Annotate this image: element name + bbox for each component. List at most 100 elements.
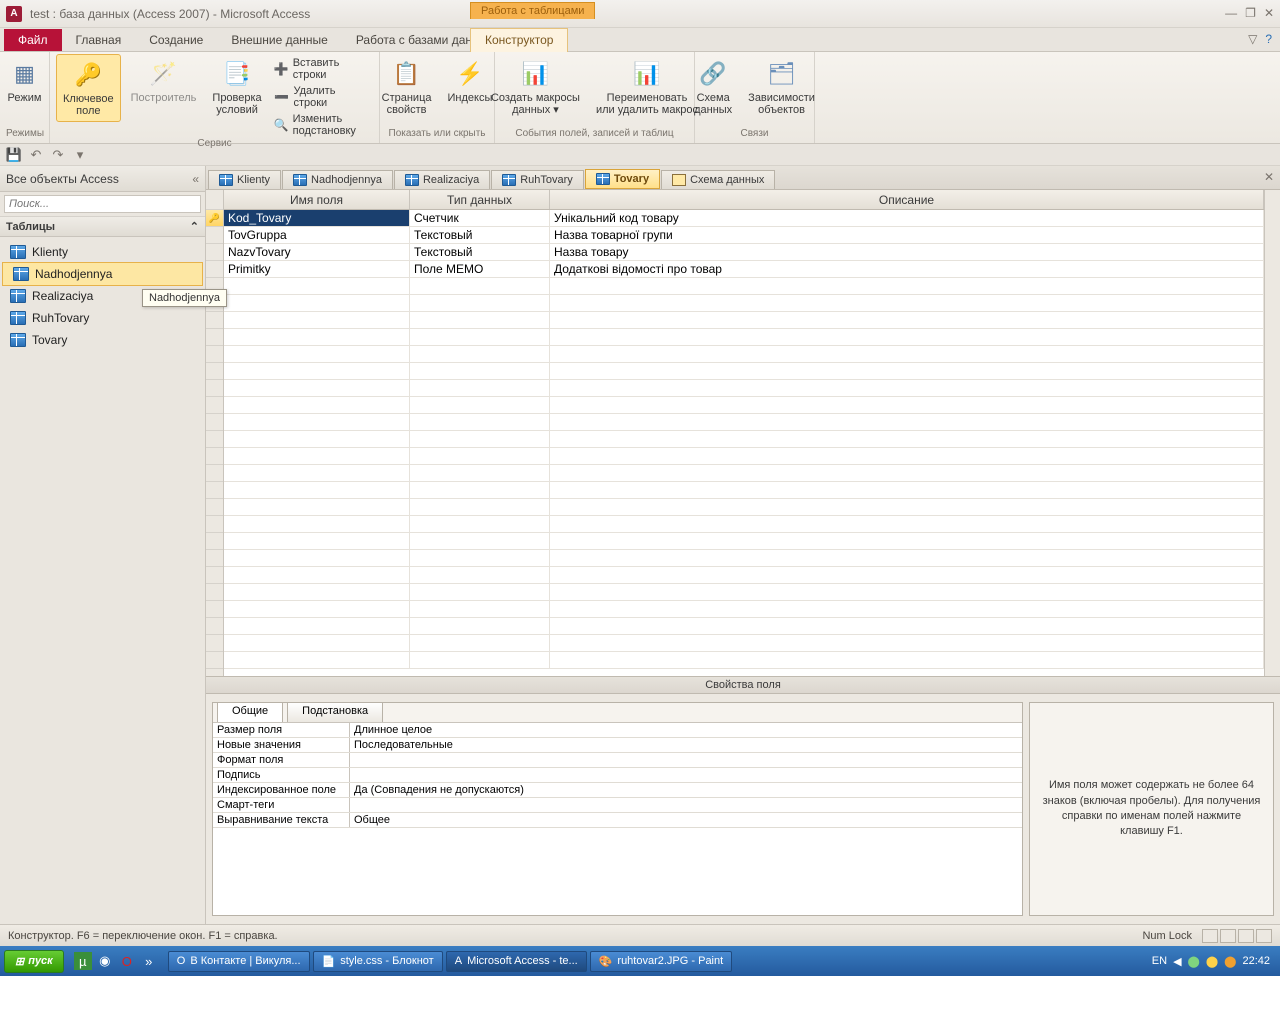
grid-row[interactable] [224, 397, 1264, 414]
rename-macro-button[interactable]: 📊Переименовать или удалить макрос [590, 54, 704, 120]
collapse-nav-icon[interactable]: « [192, 172, 199, 186]
cell-desc[interactable]: Назва товарної групи [550, 227, 1264, 243]
ql-opera-icon[interactable]: O [118, 952, 136, 970]
row-selector[interactable] [206, 363, 223, 380]
view-datasheet-icon[interactable] [1220, 929, 1236, 943]
modify-lookup-button[interactable]: 🔍Изменить подстановку [272, 112, 373, 138]
row-selector[interactable] [206, 414, 223, 431]
row-selector[interactable] [206, 346, 223, 363]
prop-value[interactable]: Да (Совпадения не допускаются) [350, 783, 1022, 797]
nav-item-klienty[interactable]: Klienty [0, 241, 205, 263]
property-row[interactable]: Подпись [213, 768, 1022, 783]
col-header-type[interactable]: Тип данных [410, 190, 550, 209]
nav-item-tovary[interactable]: Tovary [0, 329, 205, 351]
tray-network-icon[interactable]: ⬤ [1188, 955, 1200, 968]
property-sheet-button[interactable]: 📋Страница свойств [376, 54, 438, 120]
prop-value[interactable]: Общее [350, 813, 1022, 827]
ql-chrome-icon[interactable]: ◉ [96, 952, 114, 970]
dependencies-button[interactable]: 🗂Зависимости объектов [742, 54, 821, 120]
grid-row[interactable] [224, 312, 1264, 329]
col-header-name[interactable]: Имя поля [224, 190, 410, 209]
row-selector[interactable] [206, 448, 223, 465]
help-down-icon[interactable]: ▽ [1248, 32, 1257, 46]
row-selector[interactable] [206, 380, 223, 397]
cell-desc[interactable]: Назва товару [550, 244, 1264, 260]
grid-row[interactable]: PrimitkyПоле MEMOДодаткові відомості про… [224, 261, 1264, 278]
view-design-icon[interactable] [1202, 929, 1218, 943]
redo-icon[interactable]: ↷ [50, 147, 66, 163]
undo-icon[interactable]: ↶ [28, 147, 44, 163]
insert-rows-button[interactable]: ➕Вставить строки [272, 56, 373, 82]
grid-row[interactable] [224, 550, 1264, 567]
row-selector[interactable] [206, 261, 223, 278]
doc-tab-1[interactable]: Nadhodjennya [282, 170, 393, 189]
prop-tab-lookup[interactable]: Подстановка [287, 702, 383, 722]
property-row[interactable]: Размер поляДлинное целое [213, 723, 1022, 738]
row-selector[interactable] [206, 244, 223, 261]
doc-tab-0[interactable]: Klienty [208, 170, 281, 189]
grid-row[interactable]: Kod_TovaryСчетчикУнікальний код товару [224, 210, 1264, 227]
prop-value[interactable] [350, 768, 1022, 782]
cell-type[interactable]: Текстовый [410, 244, 550, 260]
row-selector[interactable] [206, 567, 223, 584]
nav-header[interactable]: Все объекты Access « [0, 166, 205, 192]
view-button[interactable]: ▦Режим [2, 54, 48, 108]
grid-row[interactable] [224, 278, 1264, 295]
taskbar-task[interactable]: AMicrosoft Access - te... [446, 951, 587, 972]
grid-row[interactable] [224, 584, 1264, 601]
row-selector[interactable] [206, 312, 223, 329]
row-selector[interactable] [206, 482, 223, 499]
grid-row[interactable] [224, 601, 1264, 618]
validation-button[interactable]: 📑Проверка условий [206, 54, 267, 120]
property-row[interactable]: Индексированное полеДа (Совпадения не до… [213, 783, 1022, 798]
minimize-icon[interactable]: — [1225, 6, 1237, 20]
grid-row[interactable] [224, 448, 1264, 465]
save-icon[interactable]: 💾 [6, 147, 22, 163]
cell-type[interactable]: Текстовый [410, 227, 550, 243]
doc-tab-5[interactable]: Схема данных [661, 170, 775, 189]
ql-utorrent-icon[interactable]: µ [74, 952, 92, 970]
row-selector[interactable] [206, 516, 223, 533]
nav-section-tables[interactable]: Таблицы⌃ [0, 217, 205, 237]
grid-row[interactable]: TovGruppaТекстовыйНазва товарної групи [224, 227, 1264, 244]
row-selector[interactable] [206, 465, 223, 482]
prop-value[interactable]: Последовательные [350, 738, 1022, 752]
grid-row[interactable] [224, 652, 1264, 669]
view-pivot-icon[interactable] [1256, 929, 1272, 943]
nav-item-nadhodjennya[interactable]: Nadhodjennya [2, 262, 203, 286]
grid-row[interactable] [224, 380, 1264, 397]
view-sql-icon[interactable] [1238, 929, 1254, 943]
builder-button[interactable]: 🪄Построитель [125, 54, 203, 108]
taskbar-task[interactable]: 📄style.css - Блокнот [313, 951, 443, 972]
language-indicator[interactable]: EN [1152, 955, 1167, 967]
grid-row[interactable] [224, 499, 1264, 516]
property-row[interactable]: Формат поля [213, 753, 1022, 768]
cell-name[interactable]: Kod_Tovary [224, 210, 410, 226]
row-selector[interactable] [206, 601, 223, 618]
cell-desc[interactable]: Додаткові відомості про товар [550, 261, 1264, 277]
ql-more-icon[interactable]: » [140, 952, 158, 970]
grid-row[interactable] [224, 618, 1264, 635]
grid-row[interactable] [224, 346, 1264, 363]
cell-type[interactable]: Поле MEMO [410, 261, 550, 277]
prop-value[interactable] [350, 753, 1022, 767]
grid-row[interactable] [224, 363, 1264, 380]
row-selector[interactable] [206, 533, 223, 550]
taskbar-task[interactable]: OВ Контакте | Викуля... [168, 951, 310, 972]
doc-tab-3[interactable]: RuhTovary [491, 170, 584, 189]
row-selector[interactable] [206, 227, 223, 244]
tray-icon[interactable]: ◀ [1173, 955, 1181, 968]
grid-row[interactable] [224, 465, 1264, 482]
row-selector[interactable] [206, 584, 223, 601]
row-selector[interactable] [206, 550, 223, 567]
search-input[interactable] [4, 195, 201, 213]
row-selector[interactable] [206, 652, 223, 669]
tab-create[interactable]: Создание [135, 29, 217, 51]
taskbar-task[interactable]: 🎨ruhtovar2.JPG - Paint [590, 951, 732, 972]
doc-tab-4[interactable]: Tovary [585, 169, 660, 189]
close-icon[interactable]: ✕ [1264, 6, 1274, 20]
row-selector[interactable] [206, 499, 223, 516]
help-icon[interactable]: ? [1265, 32, 1272, 46]
grid-row[interactable] [224, 414, 1264, 431]
tray-volume-icon[interactable]: ⬤ [1206, 955, 1218, 968]
